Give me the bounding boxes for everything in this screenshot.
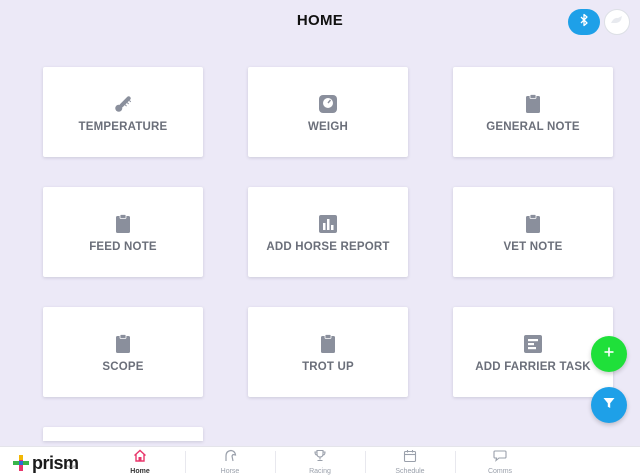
tile-label: VET NOTE <box>503 241 563 253</box>
bluetooth-button[interactable] <box>568 9 600 35</box>
tile-add-farrier-task[interactable]: ADD FARRIER TASK <box>453 307 613 397</box>
chat-icon <box>493 449 507 467</box>
tile-label: TROT UP <box>302 361 354 373</box>
clipboard-icon <box>112 333 134 355</box>
horse-icon <box>223 449 237 467</box>
nav-comms[interactable]: Comms <box>455 447 545 476</box>
tile-label: TEMPERATURE <box>78 121 168 133</box>
nav-label: Racing <box>309 468 331 475</box>
filter-button[interactable] <box>591 387 627 423</box>
clipboard-icon <box>112 213 134 235</box>
bottom-nav: prism PLUS Home Horse Racing Schedule Co… <box>0 446 640 476</box>
clipboard-icon <box>522 213 544 235</box>
tile-temperature[interactable]: TEMPERATURE <box>43 67 203 157</box>
logo-text: prism <box>32 452 79 473</box>
nav-label: Comms <box>487 468 513 475</box>
task-list-icon <box>522 333 544 355</box>
tile-label: FEED NOTE <box>89 241 157 253</box>
logo-subtext: PLUS <box>66 464 77 469</box>
tile-label: WEIGH <box>308 121 348 133</box>
prism-logo-mark-icon <box>13 455 29 471</box>
tile-weigh[interactable]: WEIGH <box>248 67 408 157</box>
bar-chart-icon <box>317 213 339 235</box>
nav-label: Home <box>130 468 150 475</box>
nav-horse[interactable]: Horse <box>185 447 275 476</box>
tile-scope[interactable]: SCOPE <box>43 307 203 397</box>
trophy-icon <box>313 449 327 467</box>
clipboard-icon <box>317 333 339 355</box>
tile-label: ADD FARRIER TASK <box>475 361 591 373</box>
tile-trot-up[interactable]: TROT UP <box>248 307 408 397</box>
nav-label: Horse <box>220 468 240 475</box>
plus-icon <box>603 345 615 363</box>
tile-label: SCOPE <box>102 361 144 373</box>
tile-partial[interactable] <box>43 427 203 441</box>
thermometer-icon <box>112 93 134 115</box>
tile-feed-note[interactable]: FEED NOTE <box>43 187 203 277</box>
bluetooth-icon <box>578 13 590 32</box>
home-icon <box>133 449 147 467</box>
header-bar: HOME <box>0 0 640 44</box>
filter-icon <box>602 396 616 415</box>
tile-add-horse-report[interactable]: ADD HORSE REPORT <box>248 187 408 277</box>
tile-label: GENERAL NOTE <box>486 121 580 133</box>
add-button[interactable] <box>591 336 627 372</box>
nav-home[interactable]: Home <box>95 447 185 476</box>
avatar[interactable] <box>604 9 630 35</box>
page-title: HOME <box>296 12 344 29</box>
prism-logo: prism <box>12 453 79 473</box>
tile-general-note[interactable]: GENERAL NOTE <box>453 67 613 157</box>
nav-racing[interactable]: Racing <box>275 447 365 476</box>
nav-label: Schedule <box>395 468 425 475</box>
scale-icon <box>317 93 339 115</box>
calendar-icon <box>403 449 417 467</box>
tile-label: ADD HORSE REPORT <box>266 241 390 253</box>
tile-vet-note[interactable]: VET NOTE <box>453 187 613 277</box>
nav-schedule[interactable]: Schedule <box>365 447 455 476</box>
user-avatar-icon <box>609 13 625 31</box>
clipboard-icon <box>522 93 544 115</box>
